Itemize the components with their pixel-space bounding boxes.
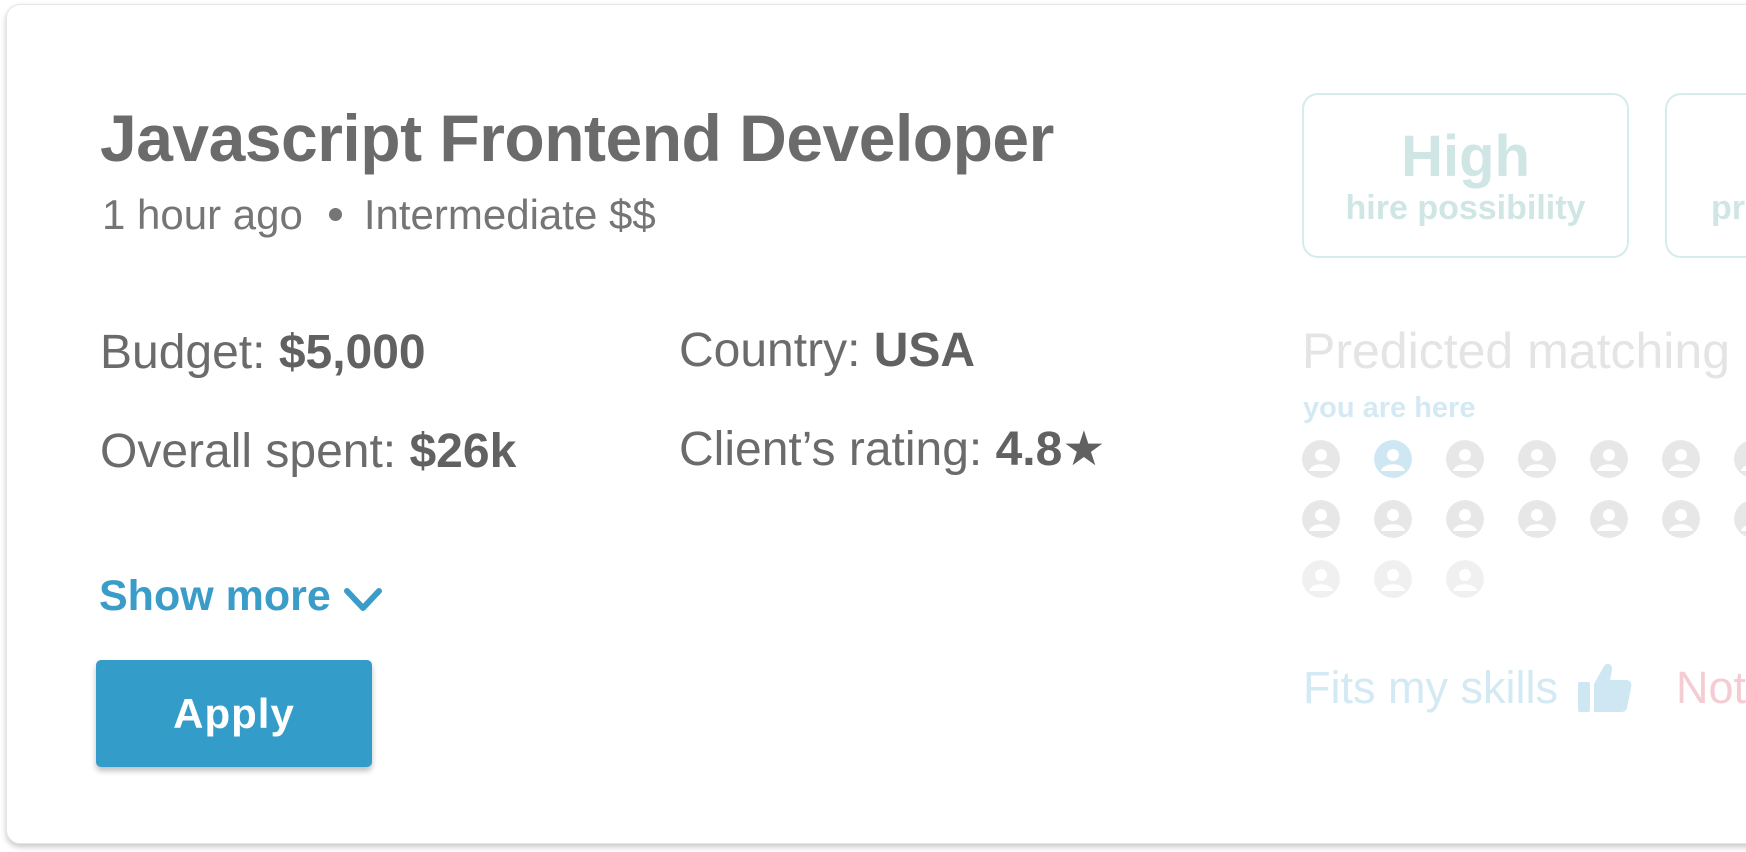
posted-time: 1 hour ago xyxy=(102,191,303,238)
country-value: USA xyxy=(873,324,976,377)
second-badge-caption: pr xyxy=(1711,189,1745,227)
budget-value: $5,000 xyxy=(278,326,426,379)
separator-dot xyxy=(328,208,342,222)
applicant-avatar-icon xyxy=(1662,500,1700,538)
hire-possibility-level: High xyxy=(1401,124,1530,189)
applicant-avatar-icon xyxy=(1662,440,1700,478)
applicant-avatar-icon xyxy=(1446,560,1484,598)
applicant-avatar-icon xyxy=(1590,440,1628,478)
job-title: Javascript Frontend Developer xyxy=(100,101,1054,175)
hire-possibility-caption: hire possibility xyxy=(1345,189,1586,227)
job-meta: 1 hour ago Intermediate $$ xyxy=(102,191,656,239)
applicant-avatar-icon xyxy=(1302,560,1340,598)
apply-button[interactable]: Apply xyxy=(96,660,372,767)
experience-level: Intermediate $$ xyxy=(363,191,656,238)
predicted-matching-title: Predicted matching l xyxy=(1302,323,1746,379)
you-are-here-label: you are here xyxy=(1303,392,1476,424)
country-label: Country: xyxy=(679,324,861,377)
hire-possibility-badge: High hire possibility xyxy=(1302,93,1629,258)
fits-my-skills-label: Fits my skills xyxy=(1303,662,1558,713)
current-user-avatar-icon xyxy=(1374,440,1412,478)
applicant-avatar-icon xyxy=(1374,500,1412,538)
applicant-avatar-icon xyxy=(1302,440,1340,478)
country-field: Country: USA xyxy=(679,323,975,378)
applicant-avatar-icon xyxy=(1302,500,1340,538)
applicant-avatar-icon xyxy=(1374,560,1412,598)
applicant-avatar-icon xyxy=(1446,440,1484,478)
applicant-avatar-icon xyxy=(1446,500,1484,538)
applicant-avatar-icon xyxy=(1518,440,1556,478)
spent-value: $26k xyxy=(409,425,517,478)
rating-label: Client’s rating: xyxy=(679,423,983,476)
chevron-down-icon xyxy=(343,587,382,611)
spent-label: Overall spent: xyxy=(100,425,397,478)
second-badge: pr xyxy=(1665,93,1746,258)
show-more-link[interactable]: Show more xyxy=(99,572,383,621)
fits-my-skills-button[interactable]: Fits my skills xyxy=(1303,662,1632,714)
rating-value: 4.8★ xyxy=(995,423,1106,476)
applicant-avatar-icon xyxy=(1590,500,1628,538)
budget-label: Budget: xyxy=(100,326,266,379)
not-fit-button[interactable]: Not xyxy=(1676,662,1746,714)
applicant-avatar-icon xyxy=(1518,500,1556,538)
thumbs-up-icon xyxy=(1577,663,1632,712)
rating-field: Client’s rating: 4.8★ xyxy=(679,421,1105,477)
show-more-label: Show more xyxy=(99,572,331,620)
budget-field: Budget: $5,000 xyxy=(100,325,426,380)
spent-field: Overall spent: $26k xyxy=(100,424,516,479)
